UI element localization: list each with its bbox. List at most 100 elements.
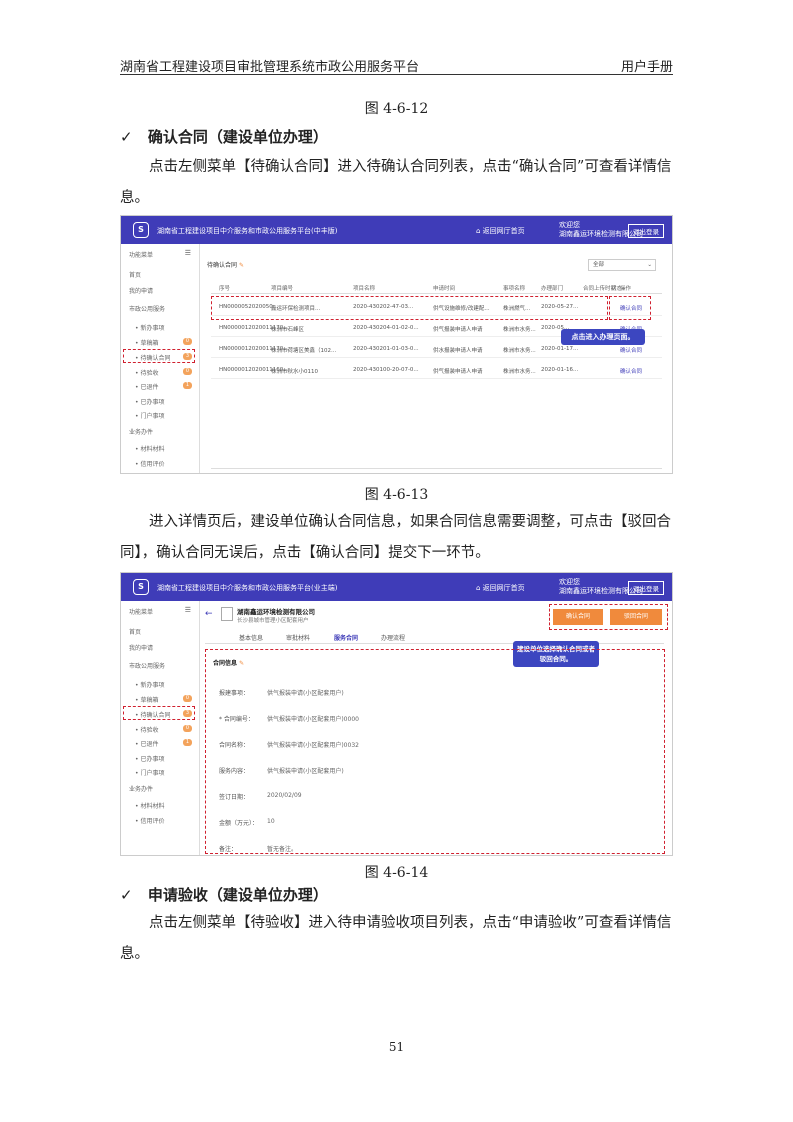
sidebar-item[interactable]: • 已办事项 (135, 754, 164, 763)
sidebar-item[interactable]: • 新办事项 (135, 323, 164, 332)
table-header-cell: 办理部门 (541, 286, 564, 292)
sidebar-item[interactable]: 首页 (129, 270, 141, 279)
detail-tab[interactable]: 基本信息 (239, 633, 263, 642)
detail-tab[interactable]: 审批材料 (286, 633, 310, 642)
form-value: 供气报装申请(小区配套用户)0032 (267, 742, 359, 749)
tab-label: 待确认合同 (207, 262, 238, 269)
sidebar-item[interactable]: 市政公用服务 (129, 304, 165, 313)
menu-title: 功能菜单 (129, 252, 154, 259)
table-cell: 株洲市秋水小0110 (271, 369, 318, 375)
confirm-contract-link[interactable]: 确认合同 (620, 367, 642, 375)
form-value: 2020/02/09 (267, 792, 302, 799)
status-filter-select[interactable]: 全部 ⌄ (588, 259, 656, 271)
section-heading-apply-acceptance: ✓ 申请验收（建设单位办理） (120, 884, 328, 905)
table-header-cell: 操作 (620, 286, 632, 292)
form-label: 合同名称： (219, 742, 250, 749)
sidebar-item[interactable]: 业务办件 (129, 427, 153, 436)
home-link[interactable]: ⌂ 返回网厅首页 (476, 583, 525, 593)
table-cell: 2020-01-16... (541, 367, 579, 373)
page-header: 湖南省工程建设项目审批管理系统市政公用服务平台 用户手册 (120, 52, 673, 75)
sidebar: 功能菜单 ☰ 首页 我的申请 市政公用服务 • 新办事项 • 草稿箱 0 • 待确认合同 3 •… (121, 601, 200, 855)
form-value: 10 (267, 818, 275, 825)
sidebar-item[interactable]: 业务办件 (129, 784, 153, 793)
sidebar-item[interactable]: 市政公用服务 (129, 661, 165, 670)
sidebar-item-badge: 0 (183, 368, 192, 375)
sidebar-item[interactable]: • 新办事项 (135, 680, 164, 689)
app-logo: S (133, 579, 149, 595)
section-title: 申请验收（建设单位办理） (147, 886, 328, 904)
company-name: 湖南鑫运环境检测有限公司 (237, 608, 315, 616)
table-cell: 供水报装申请人申请 (433, 348, 483, 354)
sidebar-item[interactable]: • 待验收 (135, 725, 158, 734)
detail-tab[interactable]: 办理流程 (381, 633, 405, 642)
detail-tab[interactable]: 服务合同 (334, 633, 358, 642)
table-header-cell: 项目编号 (271, 286, 294, 292)
header-title: 湖南省工程建设项目审批管理系统市政公用服务平台 (120, 60, 420, 75)
detail-paragraph: 进入详情页后，建设单位确认合同信息，如果合同信息需要调整，可点击【驳回合同】，确… (120, 514, 671, 561)
screenshot-contract-detail: S 湖南省工程建设项目中介服务和市政公用服务平台(业主端) ⌂ 返回网厅首页 欢… (120, 572, 673, 856)
tab-pending-contract[interactable]: 待确认合同 ✎ (207, 260, 244, 269)
form-label: 签订日期： (219, 794, 250, 801)
table-cell: 供气报装申请人申请 (433, 327, 483, 333)
table-row-divider (211, 378, 662, 379)
table-cell: 株洲市石峰区 (271, 327, 305, 333)
highlight-menu-pending (123, 349, 195, 363)
callout-enter-page: 点击进入办理页面。 (561, 329, 645, 345)
table-header-cell: 序号 (219, 286, 231, 292)
section-paragraph: 点击左侧菜单【待确认合同】进入待确认合同列表，点击“确认合同”可查看详情信息。 (120, 159, 672, 206)
home-link-label: 返回网厅首页 (482, 227, 525, 235)
sidebar-item[interactable]: • 门户事项 (135, 768, 164, 777)
logout-button[interactable]: 退出登录 (628, 224, 664, 238)
sidebar-item[interactable]: • 信用评价 (135, 816, 164, 825)
header-manual: 用户手册 (620, 60, 673, 75)
highlight-first-row (211, 296, 608, 320)
highlight-confirm-button (609, 296, 651, 320)
table-cell: 株洲市荷塘区美鑫（102... (271, 348, 337, 354)
table-header-cell: 项目名称 (353, 286, 376, 292)
table-cell: 2020-01-17... (541, 346, 579, 352)
sidebar-item[interactable]: 我的申请 (129, 286, 153, 295)
table-header-cell: 事项名称 (503, 286, 526, 292)
back-arrow-icon[interactable]: ← (205, 609, 213, 619)
figure-caption-3: 图 4-6-14 (364, 865, 429, 881)
sidebar-item[interactable]: • 草稿箱 (135, 338, 158, 347)
sidebar-item[interactable]: • 已退件 (135, 739, 158, 748)
collapse-icon[interactable]: ☰ (185, 249, 191, 257)
figure-caption-2: 图 4-6-13 (364, 487, 429, 503)
logout-button[interactable]: 退出登录 (628, 581, 664, 595)
sidebar-item[interactable]: • 已办事项 (135, 397, 164, 406)
form-title: 合同信息 ✎ (213, 660, 245, 667)
table-cell: 株洲市水务... (503, 348, 536, 354)
sidebar-item[interactable]: • 材料材料 (135, 444, 164, 453)
table-row-divider (211, 357, 662, 358)
sidebar-item[interactable]: • 待验收 (135, 368, 158, 377)
menu-title: 功能菜单 (129, 609, 154, 616)
form-value: 供气报装申请(小区配套用户) (267, 690, 344, 697)
table-cell: 株洲市水务... (503, 369, 536, 375)
figure-caption-1: 图 4-6-12 (364, 101, 429, 117)
form-value: 供气报装申请(小区配套用户)0000 (267, 716, 359, 723)
table-footer-divider (211, 468, 662, 469)
check-icon: ✓ (120, 886, 133, 904)
confirm-contract-link[interactable]: 确认合同 (620, 346, 642, 354)
sidebar-item[interactable]: • 信用评价 (135, 459, 164, 468)
sidebar-item[interactable]: • 草稿箱 (135, 695, 158, 704)
sidebar-item-badge: 0 (183, 338, 192, 345)
section-title: 确认合同（建设单位办理） (147, 128, 328, 146)
form-label: 服务内容： (219, 768, 250, 775)
sidebar-item[interactable]: • 已退件 (135, 382, 158, 391)
sidebar-item[interactable]: • 门户事项 (135, 411, 164, 420)
table-header-cell: 申请时间 (433, 286, 456, 292)
section-heading-confirm-contract: ✓ 确认合同（建设单位办理） (120, 126, 328, 147)
form-value: 供气报装申请(小区配套用户) (267, 768, 344, 775)
form-label: 金额（万元）： (219, 820, 259, 827)
document-icon (221, 607, 233, 621)
sidebar-item[interactable]: • 材料材料 (135, 801, 164, 810)
app-logo: S (133, 222, 149, 238)
screenshot-contract-list: S 湖南省工程建设项目中介服务和市政公用服务平台(中丰版) ⌂ 返回网厅首页 欢… (120, 215, 673, 474)
collapse-icon[interactable]: ☰ (185, 606, 191, 614)
sidebar-item[interactable]: 首页 (129, 627, 141, 636)
sidebar-item[interactable]: 我的申请 (129, 643, 153, 652)
home-link[interactable]: ⌂ 返回网厅首页 (476, 226, 525, 236)
app-title: 湖南省工程建设项目中介服务和市政公用服务平台(业主端) (157, 584, 338, 592)
